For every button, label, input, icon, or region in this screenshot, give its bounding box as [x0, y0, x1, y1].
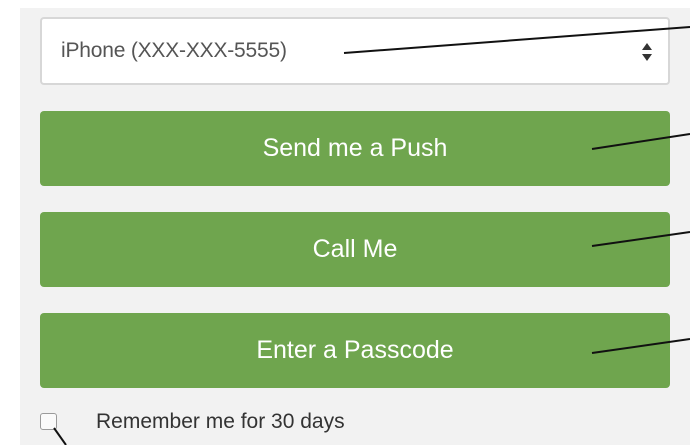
- call-me-button[interactable]: Call Me: [40, 212, 670, 287]
- enter-passcode-button[interactable]: Enter a Passcode: [40, 313, 670, 388]
- device-select[interactable]: iPhone (XXX-XXX-5555): [40, 17, 670, 85]
- send-push-button[interactable]: Send me a Push: [40, 111, 670, 186]
- remember-me-row: Remember me for 30 days: [40, 409, 440, 443]
- remember-me-label: Remember me for 30 days: [96, 410, 345, 433]
- remember-me-checkbox[interactable]: [40, 413, 57, 430]
- select-arrows-icon: [641, 42, 653, 62]
- device-select-value: iPhone (XXX-XXX-5555): [61, 39, 287, 62]
